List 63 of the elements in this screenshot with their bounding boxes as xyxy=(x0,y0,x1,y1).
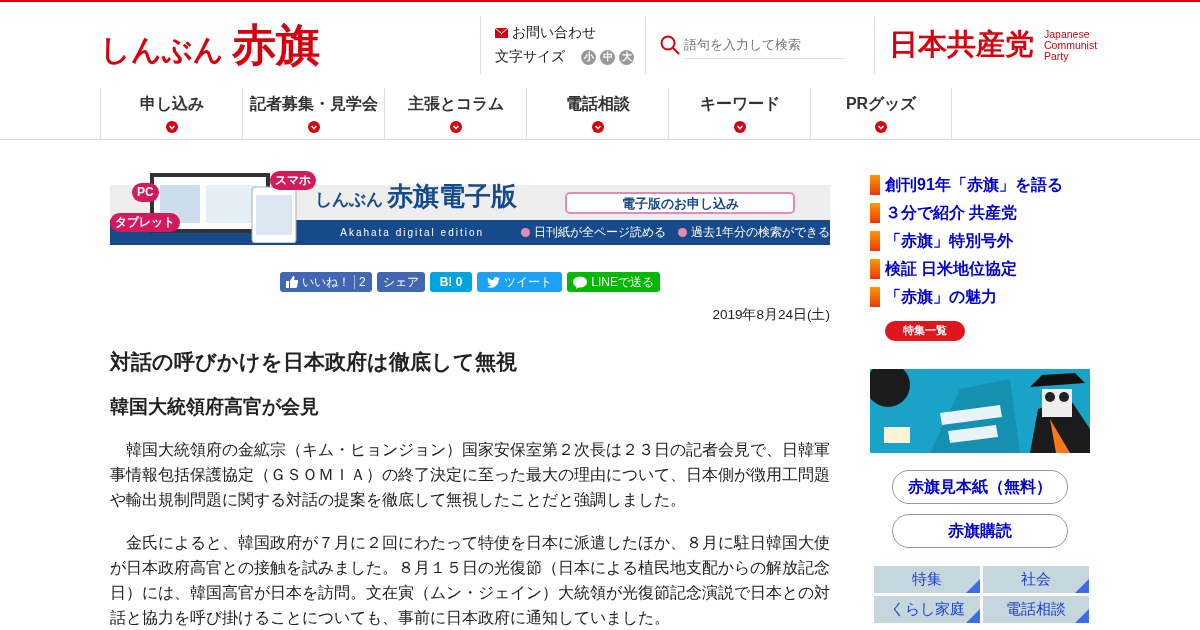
chevron-down-icon xyxy=(449,121,462,133)
feature-link[interactable]: ３分で紹介 共産党 xyxy=(885,202,1018,224)
mail-icon xyxy=(495,28,508,38)
nav-item[interactable]: 電話相談 xyxy=(526,88,668,139)
promo-banner[interactable]: PC タブレット スマホ しんぶん 赤旗電子版 電子版のお申し込み Akahata digital edition 日刊紙が全ページ読める 過去1年分の検索ができる xyxy=(110,171,830,245)
subscribe-button[interactable]: 赤旗購読 xyxy=(892,514,1068,548)
article-subheadline: 韓国大統領府高官が会見 xyxy=(110,395,320,419)
corner-icon xyxy=(1075,579,1089,593)
nav-item[interactable]: 主張とコラム xyxy=(384,88,526,139)
marker-icon xyxy=(870,175,880,195)
feature-link[interactable]: 創刊91年「赤旗」を語る xyxy=(885,174,1063,196)
party-logo[interactable]: 日本共産党 xyxy=(889,25,1034,65)
bubble-label: スマホ xyxy=(270,171,316,190)
marker-icon xyxy=(870,259,880,279)
search-icon[interactable] xyxy=(660,35,680,55)
chevron-down-icon xyxy=(165,121,178,133)
chevron-down-icon xyxy=(307,121,320,133)
chevron-down-icon xyxy=(591,121,604,133)
bullet-icon xyxy=(678,228,688,237)
banner-title: 赤旗電子版 xyxy=(387,180,517,213)
logo-title[interactable]: 赤旗 xyxy=(232,15,320,75)
article-paragraph: 金氏によると、韓国政府が７月に２回にわたって特使を日本に派遣したほか、８月に駐日韓国大使が日本政府高官との接触を試みました。８月１５日の光復節（日本による植民地支配からの解放記念日）には、韓国高官が日本を訪問。文在寅（ムン・ジェイン）大統領が光復節記念演説で日本との対話と協力を呼び掛けることについても、事前に日本政府に通知していました。 xyxy=(110,533,830,628)
bubble-label: PC xyxy=(132,183,159,202)
feature-link[interactable]: 「赤旗」の魅力 xyxy=(885,286,997,308)
feature-text: 過去1年分の検索ができる xyxy=(691,224,830,241)
contact-link[interactable]: お問い合わせ xyxy=(512,24,596,42)
corner-icon xyxy=(966,579,980,593)
chevron-down-icon xyxy=(875,121,887,133)
article-headline: 対話の呼びかけを日本政府は徹底して無視 xyxy=(110,349,518,375)
apply-button[interactable]: 電子版のお申し込み xyxy=(565,192,795,214)
feature-link[interactable]: 「赤旗」特別号外 xyxy=(885,230,1013,252)
share-button[interactable]: シェア xyxy=(376,272,425,292)
nav-item[interactable]: キーワード xyxy=(668,88,810,139)
corner-icon xyxy=(1075,609,1089,623)
thumbs-up-icon xyxy=(285,276,298,288)
banner-kana: しんぶん xyxy=(315,189,383,211)
feature-link[interactable]: 検証 日米地位協定 xyxy=(885,258,1018,280)
category-button[interactable]: 社会 xyxy=(983,566,1089,593)
chat-bubble-icon xyxy=(573,275,588,289)
party-subtitle: Japanese Communist Party xyxy=(1044,28,1098,62)
category-button[interactable]: くらし家庭 xyxy=(874,596,980,623)
article-date: 2019年8月24日(土) xyxy=(711,306,830,324)
category-button[interactable]: 特集 xyxy=(874,566,980,593)
article-paragraph: 韓国大統領府の金絋宗（キム・ヒョンジョン）国家安保室第２次長は２３日の記者会見で、日韓軍事情報包括保護協定（ＧＳＯＭＩＡ）の終了決定に至った最大の理由について、日本側が徴用工問題や輸出規制問題に関する対話の提案を徹底して無視したことだと強調しました。 xyxy=(110,440,830,510)
marker-icon xyxy=(870,287,880,307)
edition-label: Akahata digital edition xyxy=(339,227,486,238)
bird-icon xyxy=(487,276,501,288)
category-button[interactable]: 電話相談 xyxy=(983,596,1089,623)
nav-item[interactable]: 記者募集・見学会 xyxy=(242,88,384,139)
feature-text: 日刊紙が全ページ読める xyxy=(534,224,667,241)
bullet-icon xyxy=(521,228,531,237)
nav-item[interactable]: PRグッズ xyxy=(810,88,952,139)
subscribe-button[interactable]: 赤旗見本紙（無料） xyxy=(892,470,1068,504)
corner-icon xyxy=(966,609,980,623)
logo-kana[interactable]: しんぶん xyxy=(100,29,224,71)
chevron-down-icon xyxy=(733,121,746,133)
marker-icon xyxy=(870,203,880,223)
like-button[interactable]: いいね！ 2 xyxy=(279,272,372,292)
nav-item[interactable]: 申し込み xyxy=(100,88,242,139)
bubble-label: タブレット xyxy=(110,213,180,232)
font-size-label: 文字サイズ xyxy=(495,48,565,66)
marker-icon xyxy=(870,231,880,251)
features-list-button[interactable]: 特集一覧 xyxy=(885,321,965,341)
